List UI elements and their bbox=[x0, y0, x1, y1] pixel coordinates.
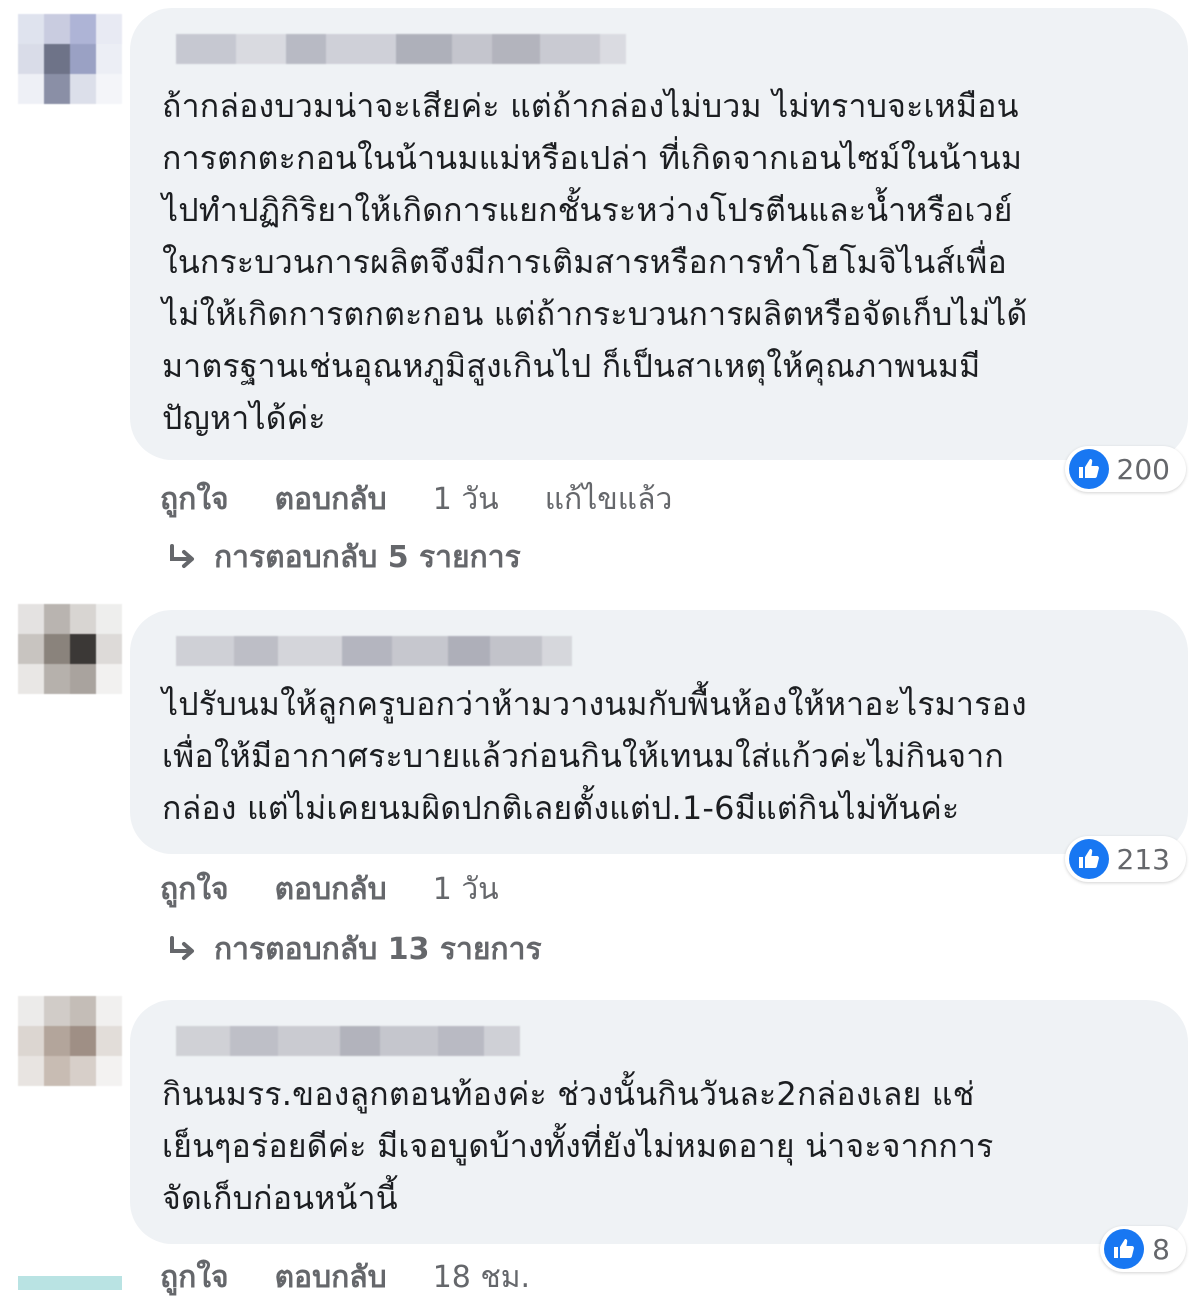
timestamp[interactable]: 18 ชม. bbox=[433, 1254, 530, 1301]
comment-text: กินนมรร.ของลูกตอนท้องค่ะ ช่วงนั้นกินวันล… bbox=[162, 1075, 994, 1217]
comment-bubble: กินนมรร.ของลูกตอนท้องค่ะ ช่วงนั้นกินวันล… bbox=[130, 1000, 1188, 1244]
replies-count-label: การตอบกลับ 13 รายการ bbox=[214, 932, 542, 967]
timestamp[interactable]: 1 วัน bbox=[433, 866, 499, 913]
reply-button[interactable]: ตอบกลับ bbox=[275, 1254, 387, 1301]
reply-arrow-icon bbox=[170, 935, 194, 960]
view-replies-link[interactable]: การตอบกลับ 13 รายการ bbox=[166, 926, 542, 973]
comment-bubble: ไปรับนมให้ลูกครูบอกว่าห้ามวางนมกับพื้นห้… bbox=[130, 610, 1188, 854]
thumbs-up-icon bbox=[1104, 1229, 1145, 1269]
comment-text: ถ้ากล่องบวมน่าจะเสียค่ะ แต่ถ้ากล่องไม่บว… bbox=[162, 87, 1028, 437]
reaction-summary[interactable]: 8 bbox=[1100, 1226, 1186, 1272]
reaction-count: 200 bbox=[1116, 452, 1170, 486]
reaction-summary[interactable]: 200 bbox=[1064, 446, 1186, 492]
replies-count-label: การตอบกลับ 5 รายการ bbox=[214, 540, 521, 575]
comment-actions: ถูกใจ ตอบกลับ 18 ชม. bbox=[160, 1254, 530, 1301]
thumbs-up-icon bbox=[1068, 839, 1109, 879]
next-avatar-partial bbox=[18, 1276, 122, 1290]
avatar-blurred[interactable] bbox=[18, 996, 122, 1086]
reply-button[interactable]: ตอบกลับ bbox=[275, 476, 387, 523]
author-name-blurred[interactable] bbox=[176, 636, 1148, 666]
comment-actions: ถูกใจ ตอบกลับ 1 วัน bbox=[160, 866, 499, 913]
avatar-blurred[interactable] bbox=[18, 14, 122, 104]
view-replies-link[interactable]: การตอบกลับ 5 รายการ bbox=[166, 534, 521, 581]
reaction-count: 213 bbox=[1116, 842, 1170, 876]
like-button[interactable]: ถูกใจ bbox=[160, 1254, 229, 1301]
thumbs-up-icon bbox=[1068, 449, 1109, 489]
reply-arrow-icon bbox=[170, 543, 194, 568]
like-button[interactable]: ถูกใจ bbox=[160, 476, 229, 523]
author-name-blurred[interactable] bbox=[176, 1026, 1148, 1056]
edited-label[interactable]: แก้ไขแล้ว bbox=[545, 476, 673, 523]
comment-actions: ถูกใจ ตอบกลับ 1 วัน แก้ไขแล้ว bbox=[160, 476, 672, 523]
like-button[interactable]: ถูกใจ bbox=[160, 866, 229, 913]
reply-button[interactable]: ตอบกลับ bbox=[275, 866, 387, 913]
author-name-blurred[interactable] bbox=[176, 34, 1148, 64]
reaction-summary[interactable]: 213 bbox=[1064, 836, 1186, 882]
comment-bubble: ถ้ากล่องบวมน่าจะเสียค่ะ แต่ถ้ากล่องไม่บว… bbox=[130, 8, 1188, 460]
avatar-blurred[interactable] bbox=[18, 604, 122, 694]
comment-text: ไปรับนมให้ลูกครูบอกว่าห้ามวางนมกับพื้นห้… bbox=[162, 685, 1027, 827]
timestamp[interactable]: 1 วัน bbox=[433, 476, 499, 523]
reaction-count: 8 bbox=[1152, 1232, 1170, 1266]
